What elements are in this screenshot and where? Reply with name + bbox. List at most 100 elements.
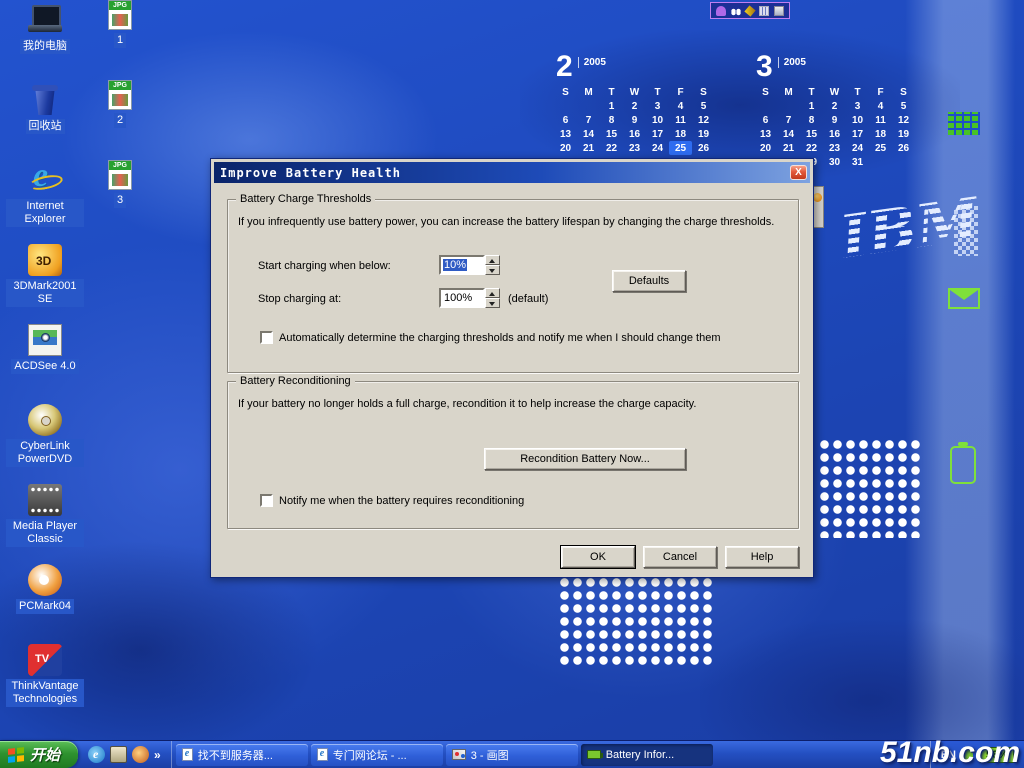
calendar-day: 7 bbox=[777, 113, 800, 127]
group-description: If your battery no longer holds a full c… bbox=[238, 398, 696, 410]
desktop-icon-media-player-classic[interactable]: Media Player Classic bbox=[6, 484, 84, 564]
envelope-decoration-icon bbox=[948, 288, 980, 309]
calendar-day: 13 bbox=[754, 127, 777, 141]
desktop-icon-label: 2 bbox=[114, 113, 126, 128]
calendar-month-3: 32005SMTWTFS1234567891011121314151617181… bbox=[754, 52, 915, 169]
menu-icon[interactable] bbox=[774, 6, 784, 16]
dialog-titlebar[interactable]: Improve Battery Health X bbox=[214, 162, 810, 183]
calendar-day: 3 bbox=[646, 99, 669, 113]
spin-down-icon[interactable] bbox=[485, 298, 500, 308]
calendar-day: 21 bbox=[777, 141, 800, 155]
stop-threshold-spinner[interactable]: 100% bbox=[439, 288, 500, 308]
calendar-day: 22 bbox=[600, 141, 623, 155]
dot-icon[interactable] bbox=[731, 6, 741, 16]
desktop-icon-recycle-bin[interactable]: 回收站 bbox=[6, 84, 84, 164]
chevron-more-icon[interactable]: » bbox=[154, 748, 161, 762]
spin-down-icon[interactable] bbox=[485, 265, 500, 275]
system-tray: EN 58% bbox=[930, 741, 1024, 768]
battery-percentage[interactable]: 58% bbox=[980, 747, 1014, 763]
quick-launch-media-icon[interactable] bbox=[132, 746, 149, 763]
battery-decoration-icon bbox=[950, 446, 976, 484]
recondition-battery-button[interactable]: Recondition Battery Now... bbox=[484, 448, 686, 470]
desktop-icon-pcmark04[interactable]: PCMark04 bbox=[6, 564, 84, 644]
calendar-day: 8 bbox=[600, 113, 623, 127]
defaults-button[interactable]: Defaults bbox=[612, 270, 686, 292]
quick-launch-bar: » bbox=[78, 741, 172, 768]
powerdvd-icon bbox=[28, 404, 62, 436]
calendar-day-header: F bbox=[869, 85, 892, 99]
notify-recondition-checkbox[interactable] bbox=[260, 494, 273, 507]
calendar-day-header: F bbox=[669, 85, 692, 99]
ok-button[interactable]: OK bbox=[561, 546, 635, 568]
quick-launch-desk-icon[interactable] bbox=[110, 746, 127, 763]
calendar-day: 2 bbox=[623, 99, 646, 113]
desktop-icon-file-3[interactable]: 3 bbox=[92, 160, 148, 240]
calendar-day: 25 bbox=[869, 141, 892, 155]
calendar-day: 17 bbox=[646, 127, 669, 141]
desktop-icon-my-computer[interactable]: 我的电脑 bbox=[6, 4, 84, 84]
calendar-day-header: W bbox=[823, 85, 846, 99]
language-indicator[interactable]: EN bbox=[941, 749, 956, 761]
help-button[interactable]: Help bbox=[725, 546, 799, 568]
calendar-day: 18 bbox=[869, 127, 892, 141]
desktop-file-column: 1 2 3 bbox=[92, 0, 148, 240]
acdsee-icon bbox=[28, 324, 62, 356]
page-icon bbox=[317, 748, 328, 761]
spin-up-icon[interactable] bbox=[485, 255, 500, 265]
desktop-icon-cyberlink-powerdvd[interactable]: CyberLink PowerDVD bbox=[6, 404, 84, 484]
calendar-day: 19 bbox=[892, 127, 915, 141]
desktop-icon-label: 我的电脑 bbox=[20, 39, 70, 54]
task-button[interactable]: Battery Infor... bbox=[581, 744, 713, 766]
calendar-day: 20 bbox=[554, 141, 577, 155]
stop-threshold-field[interactable]: 100% bbox=[439, 288, 485, 308]
calendar-day bbox=[754, 99, 777, 113]
desktop-icon-internet-explorer[interactable]: Internet Explorer bbox=[6, 164, 84, 244]
ime-icon[interactable] bbox=[716, 6, 726, 16]
stop-charging-label: Stop charging at: bbox=[258, 293, 341, 305]
keyboard-icon[interactable] bbox=[759, 6, 769, 16]
task-label: Battery Infor... bbox=[606, 749, 674, 761]
start-charging-label: Start charging when below: bbox=[258, 260, 391, 272]
calendar-day-header: T bbox=[646, 85, 669, 99]
desktop-icon-label: 3DMark2001 SE bbox=[6, 279, 84, 307]
calendar-day-header: S bbox=[692, 85, 715, 99]
calendar-day: 18 bbox=[669, 127, 692, 141]
task-button[interactable]: 找不到服务器... bbox=[176, 744, 308, 766]
desktop-icon-file-1[interactable]: 1 bbox=[92, 0, 148, 80]
auto-determine-checkbox[interactable] bbox=[260, 331, 273, 344]
calendar-day: 31 bbox=[846, 155, 869, 169]
task-button[interactable]: 3 - 画图 bbox=[446, 744, 578, 766]
desktop-icon-file-2[interactable]: 2 bbox=[92, 80, 148, 160]
calendar-day: 1 bbox=[800, 99, 823, 113]
page-icon bbox=[182, 748, 193, 761]
start-threshold-value: 10% bbox=[443, 259, 467, 271]
desktop-icon-label: 1 bbox=[114, 33, 126, 48]
jpg-icon bbox=[108, 0, 132, 30]
calendar-day: 30 bbox=[823, 155, 846, 169]
cancel-button[interactable]: Cancel bbox=[643, 546, 717, 568]
calendar-day-header: W bbox=[623, 85, 646, 99]
calendar-day: 13 bbox=[554, 127, 577, 141]
calendar-day: 12 bbox=[892, 113, 915, 127]
desktop-icon-3dmark2001-se[interactable]: 3DMark2001 SE bbox=[6, 244, 84, 324]
start-threshold-spinner[interactable]: 10% bbox=[439, 255, 500, 275]
calendar-day: 4 bbox=[669, 99, 692, 113]
pen-icon[interactable] bbox=[744, 5, 755, 16]
calendar-day: 24 bbox=[846, 141, 869, 155]
calendar-day bbox=[869, 155, 892, 169]
desktop-icon-label: Media Player Classic bbox=[6, 519, 84, 547]
group-title: Battery Reconditioning bbox=[236, 375, 355, 387]
start-threshold-field[interactable]: 10% bbox=[439, 255, 485, 275]
start-label: 开始 bbox=[30, 744, 60, 765]
start-button[interactable]: 开始 bbox=[0, 741, 78, 768]
desktop-icon-thinkvantage-technologies[interactable]: ThinkVantage Technologies bbox=[6, 644, 84, 724]
quick-launch-ie-icon[interactable] bbox=[88, 746, 105, 763]
input-method-bar[interactable] bbox=[710, 2, 790, 19]
calendar-month-number: 3 bbox=[756, 52, 773, 82]
power-tray-icon[interactable] bbox=[963, 750, 973, 760]
task-button[interactable]: 专门网论坛 - ... bbox=[311, 744, 443, 766]
spin-up-icon[interactable] bbox=[485, 288, 500, 298]
desktop-icon-acdsee-40[interactable]: ACDSee 4.0 bbox=[6, 324, 84, 404]
close-icon[interactable]: X bbox=[790, 165, 807, 180]
calendar-day: 1 bbox=[600, 99, 623, 113]
